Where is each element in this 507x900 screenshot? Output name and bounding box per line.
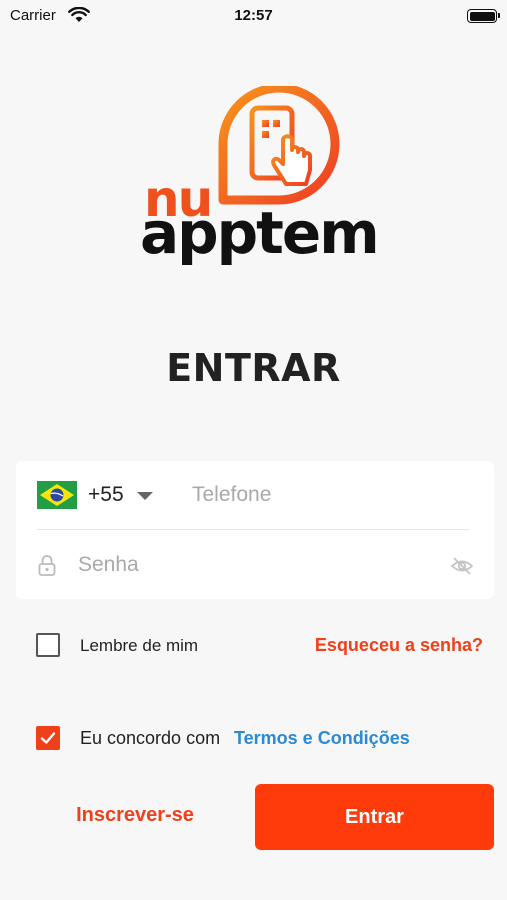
password-input[interactable] — [78, 547, 438, 583]
eye-off-icon[interactable] — [450, 556, 474, 576]
remember-label[interactable]: Lembre de mim — [80, 636, 198, 656]
terms-checkbox[interactable] — [36, 726, 60, 750]
status-bar: Carrier 12:57 — [0, 0, 507, 34]
login-form-card: +55 — [16, 461, 494, 599]
terms-prefix-label: Eu concordo com — [80, 728, 221, 748]
login-button[interactable]: Entrar — [255, 784, 494, 850]
remember-checkbox[interactable] — [36, 633, 60, 657]
page-title: ENTRAR — [166, 346, 341, 390]
checkmark-icon — [40, 732, 56, 744]
brazil-flag-icon — [37, 481, 77, 509]
phone-input[interactable] — [192, 477, 472, 513]
forgot-password-link[interactable]: Esqueceu a senha? — [315, 635, 483, 656]
battery-icon — [467, 9, 500, 23]
clock: 12:57 — [234, 7, 273, 24]
country-code-selector[interactable]: +55 — [88, 483, 124, 507]
chevron-down-icon[interactable] — [137, 492, 153, 500]
divider — [37, 529, 469, 530]
logo-text-apptem: apptem — [140, 199, 380, 267]
signup-button[interactable]: Inscrever-se — [60, 804, 210, 827]
app-logo: nu apptem — [140, 86, 380, 272]
terms-link[interactable]: Termos e Condições — [234, 728, 410, 749]
lock-icon — [38, 555, 56, 576]
